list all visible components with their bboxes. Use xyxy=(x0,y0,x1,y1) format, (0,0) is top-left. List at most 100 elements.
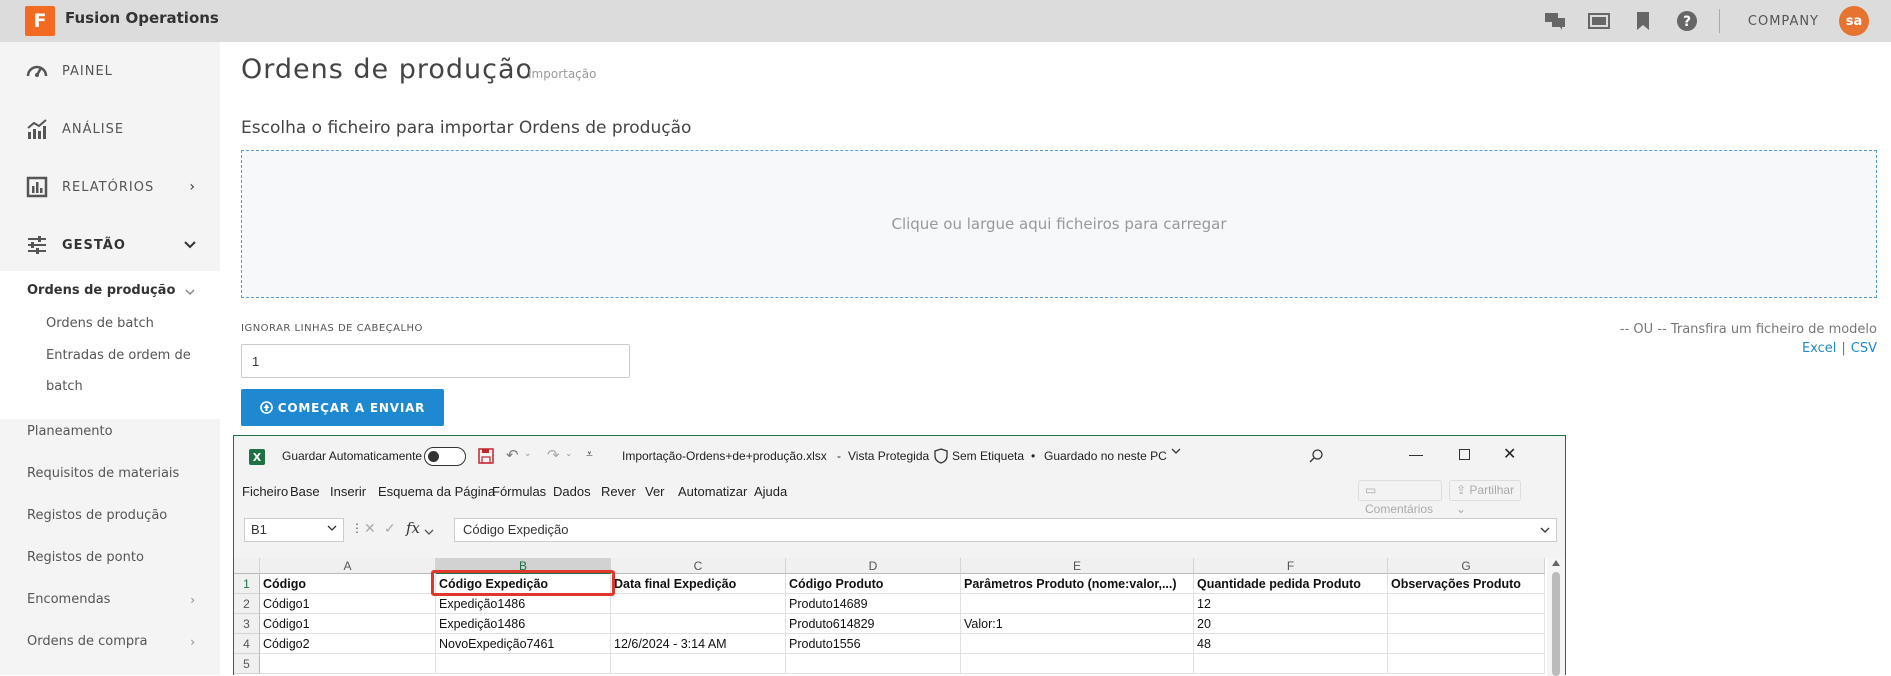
screen-icon[interactable] xyxy=(1587,9,1611,33)
cell-E2[interactable] xyxy=(961,594,1194,614)
cell-A1[interactable]: Código xyxy=(260,574,436,594)
maximize-icon[interactable] xyxy=(1459,449,1470,460)
fx-icon[interactable]: fx xyxy=(406,519,420,537)
column-header[interactable]: G xyxy=(1388,558,1545,574)
minimize-icon[interactable]: — xyxy=(1409,446,1423,462)
sidebar-item-analise[interactable]: ANÁLISE xyxy=(0,100,220,158)
cell-G4[interactable] xyxy=(1388,634,1545,654)
sidebar-item-relatorios[interactable]: RELATÓRIOS › xyxy=(0,158,220,216)
cell-A5[interactable] xyxy=(260,654,436,674)
menu-automatizar[interactable]: Automatizar xyxy=(678,484,747,499)
cell-B5[interactable] xyxy=(436,654,611,674)
company-menu[interactable]: COMPANY xyxy=(1748,14,1819,29)
more-icon[interactable]: ⋮ xyxy=(351,521,363,535)
chevron-down-icon[interactable]: ⌄ xyxy=(565,448,573,459)
customize-qat-icon[interactable]: ⩡ xyxy=(586,447,593,462)
menu-formulas[interactable]: Fórmulas xyxy=(492,484,546,499)
avatar[interactable]: sa xyxy=(1839,6,1869,36)
cell-G2[interactable] xyxy=(1388,594,1545,614)
search-icon[interactable] xyxy=(1308,448,1324,464)
sidebar-item-registos-producao[interactable]: Registos de produção xyxy=(27,508,167,523)
row-header[interactable]: 4 xyxy=(234,634,260,654)
column-header[interactable]: A xyxy=(260,558,436,574)
menu-dados[interactable]: Dados xyxy=(553,484,591,499)
cell-A2[interactable]: Código1 xyxy=(260,594,436,614)
ignore-header-input[interactable] xyxy=(241,344,630,378)
cell-D2[interactable]: Produto14689 xyxy=(786,594,961,614)
cell-A3[interactable]: Código1 xyxy=(260,614,436,634)
menu-rever[interactable]: Rever xyxy=(601,484,636,499)
cell-C2[interactable] xyxy=(611,594,786,614)
autosave-toggle[interactable] xyxy=(424,447,466,466)
excel-template-link[interactable]: Excel xyxy=(1802,341,1836,356)
menu-base[interactable]: Base xyxy=(290,484,320,499)
bookmark-icon[interactable] xyxy=(1631,9,1655,33)
scroll-up-icon[interactable] xyxy=(1552,560,1560,566)
help-icon[interactable]: ? xyxy=(1675,9,1699,33)
cell-D3[interactable]: Produto614829 xyxy=(786,614,961,634)
cell-C1[interactable]: Data final Expedição xyxy=(611,574,786,594)
cell-B4[interactable]: NovoExpedição7461 xyxy=(436,634,611,654)
sidebar-item-ordens-de-batch[interactable]: Ordens de batch xyxy=(46,316,154,331)
enter-icon[interactable]: ✓ xyxy=(384,520,396,537)
csv-template-link[interactable]: CSV xyxy=(1851,341,1877,356)
app-name[interactable]: Fusion Operations xyxy=(65,9,219,27)
cell-C4[interactable]: 12/6/2024 - 3:14 AM xyxy=(611,634,786,654)
column-header[interactable]: C xyxy=(611,558,786,574)
cell-G5[interactable] xyxy=(1388,654,1545,674)
cell-E3[interactable]: Valor:1 xyxy=(961,614,1194,634)
sidebar-item-entradas-ordem-batch-cont[interactable]: batch xyxy=(46,379,83,394)
column-header[interactable]: D xyxy=(786,558,961,574)
menu-inserir[interactable]: Inserir xyxy=(330,484,366,499)
scrollbar-thumb[interactable] xyxy=(1552,572,1560,676)
cell-G1[interactable]: Observações Produto xyxy=(1388,574,1545,594)
cell-G3[interactable] xyxy=(1388,614,1545,634)
row-header[interactable]: 5 xyxy=(234,654,260,674)
sensitivity-label[interactable]: Sem Etiqueta xyxy=(952,449,1024,463)
select-all-corner[interactable] xyxy=(234,558,260,574)
cell-B2[interactable]: Expedição1486 xyxy=(436,594,611,614)
cell-F4[interactable]: 48 xyxy=(1194,634,1388,654)
save-icon[interactable] xyxy=(478,448,494,464)
cell-F3[interactable]: 20 xyxy=(1194,614,1388,634)
cell-D4[interactable]: Produto1556 xyxy=(786,634,961,654)
menu-ver[interactable]: Ver xyxy=(645,484,665,499)
column-header[interactable]: F xyxy=(1194,558,1388,574)
menu-esquema-pagina[interactable]: Esquema da Página xyxy=(378,484,495,499)
cell-C3[interactable] xyxy=(611,614,786,634)
close-icon[interactable]: ✕ xyxy=(1503,444,1516,464)
chevron-down-icon[interactable] xyxy=(424,523,434,541)
sidebar-item-planeamento[interactable]: Planeamento xyxy=(27,424,113,439)
saved-status[interactable]: Guardado no neste PC xyxy=(1044,449,1167,463)
cell-B3[interactable]: Expedição1486 xyxy=(436,614,611,634)
start-upload-button[interactable]: COMEÇAR A ENVIAR xyxy=(241,389,444,426)
cell-E5[interactable] xyxy=(961,654,1194,674)
vertical-scrollbar[interactable] xyxy=(1547,558,1565,676)
column-header[interactable]: E xyxy=(961,558,1194,574)
redo-icon[interactable]: ↷ xyxy=(547,446,560,464)
sidebar-item-requisitos[interactable]: Requisitos de materiais xyxy=(27,466,179,481)
row-header[interactable]: 2 xyxy=(234,594,260,614)
share-button[interactable]: ⇪ Partilhar ⌄ xyxy=(1449,480,1521,516)
menu-ficheiro[interactable]: Ficheiro xyxy=(242,484,288,499)
chevron-down-icon[interactable] xyxy=(1171,447,1181,458)
sidebar-item-entradas-ordem-batch[interactable]: Entradas de ordem de xyxy=(46,348,191,363)
cell-E4[interactable] xyxy=(961,634,1194,654)
sidebar-item-gestao[interactable]: GESTÃO xyxy=(0,216,220,274)
formula-input[interactable]: Código Expedição xyxy=(454,518,1557,542)
cell-D1[interactable]: Código Produto xyxy=(786,574,961,594)
sidebar-item-encomendas[interactable]: Encomendas xyxy=(27,592,110,607)
sidebar-item-painel[interactable]: PAINEL xyxy=(0,42,220,100)
chevron-down-icon[interactable]: ⌄ xyxy=(524,448,532,459)
sidebar-item-ordens-compra[interactable]: Ordens de compra xyxy=(27,634,147,649)
cell-D5[interactable] xyxy=(786,654,961,674)
row-header[interactable]: 1 xyxy=(234,574,260,594)
cell-E1[interactable]: Parâmetros Produto (nome:valor,...) xyxy=(961,574,1194,594)
row-header[interactable]: 3 xyxy=(234,614,260,634)
chat-icon[interactable] xyxy=(1543,9,1567,33)
app-logo[interactable]: F xyxy=(25,6,55,36)
cancel-icon[interactable]: ✕ xyxy=(364,520,376,537)
undo-icon[interactable]: ↶ xyxy=(506,446,519,464)
cell-F5[interactable] xyxy=(1194,654,1388,674)
cell-C5[interactable] xyxy=(611,654,786,674)
